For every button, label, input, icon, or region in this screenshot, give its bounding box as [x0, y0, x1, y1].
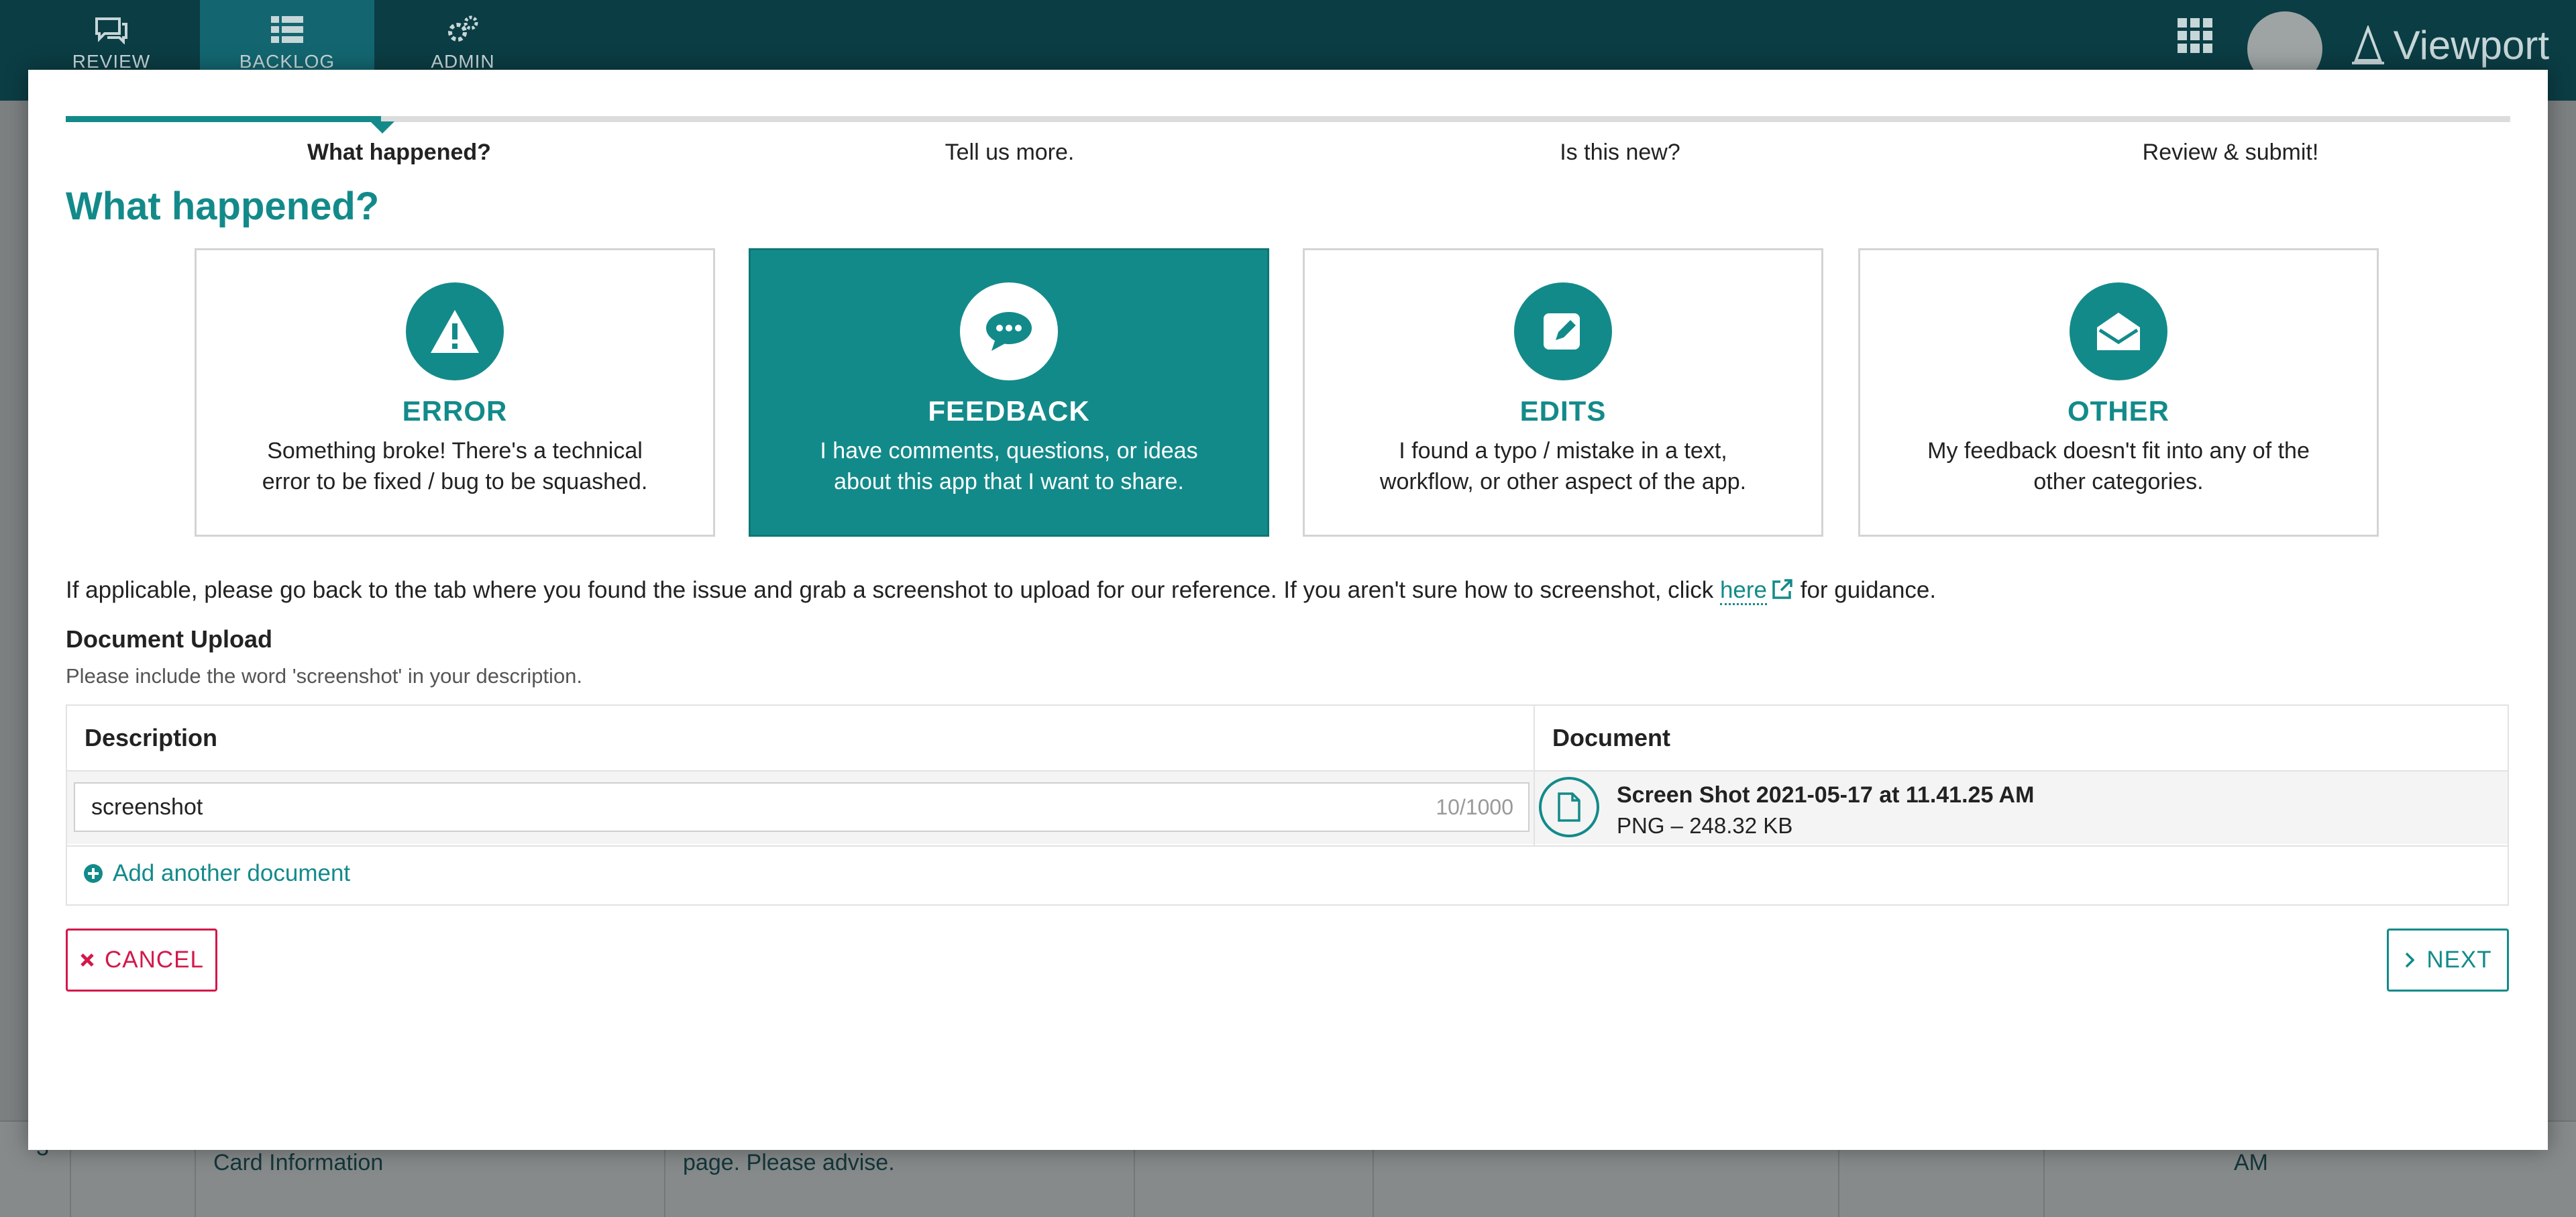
option-description-line: Something broke! There's a technical — [267, 438, 643, 464]
top-right-area: Viewport — [2176, 0, 2576, 87]
external-link-icon[interactable] — [1771, 578, 1794, 600]
close-icon — [80, 953, 94, 967]
file-circle[interactable] — [1539, 777, 1599, 837]
option-description-line: error to be fixed / bug to be squashed. — [262, 469, 648, 494]
option-description-line: I found a typo / mistake in a text, — [1399, 438, 1727, 464]
step-what-happened: What happened? — [307, 140, 491, 165]
chevron-right-icon — [2406, 952, 2415, 968]
document-upload-help: Please include the word 'screenshot' in … — [66, 664, 583, 688]
feedback-modal: What happened? Tell us more. Is this new… — [28, 70, 2548, 1150]
list-icon — [271, 16, 303, 43]
row-text: page. Please advise. — [683, 1150, 895, 1175]
warning-icon — [431, 310, 479, 353]
option-description: Something broke! There's a technical err… — [240, 435, 669, 497]
step-tell-us-more: Tell us more. — [945, 140, 1075, 165]
instructions-text: If applicable, please go back to the tab… — [66, 577, 1720, 603]
option-title: ERROR — [402, 395, 508, 427]
option-icon-circle — [960, 282, 1058, 380]
option-description-line: My feedback doesn't fit into any of the — [1927, 438, 2310, 464]
option-description-line: I have comments, questions, or ideas — [820, 438, 1198, 464]
step-is-this-new: Is this new? — [1560, 140, 1680, 165]
file-meta: PNG – 248.32 KB — [1617, 813, 1793, 838]
option-title: OTHER — [2068, 395, 2169, 427]
progress-fill — [66, 116, 381, 122]
option-description-line: workflow, or other aspect of the app. — [1379, 469, 1747, 494]
option-error[interactable]: ERROR Something broke! There's a technic… — [195, 248, 715, 537]
pencil-edit-icon — [1544, 313, 1580, 350]
chat-icon — [95, 17, 127, 44]
cancel-button[interactable]: CANCEL — [66, 929, 217, 992]
option-title: FEEDBACK — [928, 395, 1090, 427]
option-title: EDITS — [1519, 395, 1607, 427]
document-upload-label: Document Upload — [66, 625, 273, 653]
option-other[interactable]: OTHER My feedback doesn't fit into any o… — [1858, 248, 2379, 537]
screenshot-instructions: If applicable, please go back to the tab… — [66, 577, 1937, 605]
column-header-description: Description — [85, 724, 218, 751]
file-name[interactable]: Screen Shot 2021-05-17 at 11.41.25 AM — [1617, 782, 2034, 808]
add-another-document-label: Add another document — [113, 860, 351, 886]
page-title: What happened? — [66, 184, 380, 228]
app-grid-icon[interactable] — [2176, 17, 2214, 54]
file-icon — [1558, 792, 1580, 822]
next-button-label: NEXT — [2426, 947, 2492, 973]
column-header-document: Document — [1552, 724, 1671, 751]
description-input-value: screenshot — [91, 794, 203, 820]
row-time: AM — [2234, 1150, 2268, 1175]
step-review-submit: Review & submit! — [2142, 140, 2319, 165]
cancel-button-label: CANCEL — [105, 947, 204, 973]
description-input[interactable]: screenshot 10/1000 — [74, 782, 1529, 832]
next-button[interactable]: NEXT — [2387, 929, 2509, 992]
chat-bubble-icon — [986, 312, 1032, 351]
guidance-link[interactable]: here — [1719, 577, 1768, 605]
row-divider — [67, 845, 2508, 847]
add-another-document-button[interactable]: Add another document — [83, 860, 350, 887]
open-envelope-icon — [2097, 313, 2140, 350]
option-description: I found a typo / mistake in a text, work… — [1348, 435, 1778, 497]
progress-pointer — [370, 121, 394, 134]
instructions-text: for guidance. — [1794, 577, 1937, 603]
option-description: I have comments, questions, or ideas abo… — [794, 435, 1224, 497]
document-upload-table: Description Document screenshot 10/1000 … — [66, 704, 2509, 906]
option-icon-circle — [1514, 282, 1612, 380]
character-counter: 10/1000 — [1436, 795, 1513, 819]
option-description-line: about this app that I want to share. — [834, 469, 1184, 494]
option-icon-circle — [406, 282, 504, 380]
viewport-logo-icon — [2351, 25, 2384, 64]
option-description-line: other categories. — [2033, 469, 2204, 494]
row-title-link[interactable]: Card Information — [213, 1150, 383, 1176]
option-edits[interactable]: EDITS I found a typo / mistake in a text… — [1303, 248, 1823, 537]
option-icon-circle — [2070, 282, 2167, 380]
gears-icon — [448, 15, 478, 42]
progress-track — [66, 116, 2510, 122]
column-divider — [1534, 706, 1535, 845]
option-feedback[interactable]: FEEDBACK I have comments, questions, or … — [749, 248, 1269, 537]
plus-circle-icon — [84, 864, 103, 883]
option-description: My feedback doesn't fit into any of the … — [1904, 435, 2333, 497]
brand-name: Viewport — [2393, 23, 2549, 68]
